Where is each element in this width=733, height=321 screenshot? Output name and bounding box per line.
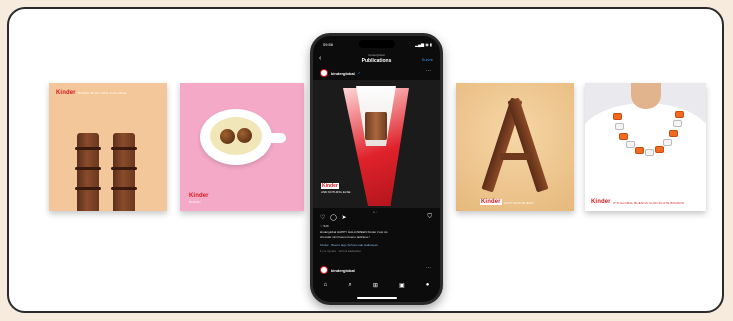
comment-icon[interactable]: ◯ (330, 215, 337, 221)
status-time: 09:56 (323, 42, 334, 47)
brand-logo: Kinder (56, 90, 76, 96)
post-brand-logo: Kinder (321, 183, 339, 189)
chocolate-crossbar (500, 153, 532, 160)
search-icon[interactable]: ⌕ (348, 282, 351, 292)
post-tile-a-shape[interactable]: Kinder ANYTHING BUENO (456, 83, 574, 211)
verified-icon: ✔ (358, 71, 361, 75)
avatar[interactable] (320, 266, 328, 274)
post-caption: kinderglobal HAPPY HALLOWEEN Kinder c'es… (320, 230, 388, 234)
home-indicator (357, 297, 397, 299)
bookmark-icon[interactable]: ⛉ (427, 214, 432, 221)
post-tagline: AND NOTHING ELSE (321, 190, 351, 194)
bottom-nav: ⌂ ⌕ ⊞ ▣ ● (313, 282, 440, 292)
tile-caption: IT'S GLOBAL BUENOS CHOCOLATE BRANDS (613, 201, 685, 205)
brand-logo: Kinder (480, 199, 502, 205)
status-icons: ▂▄▆ ◉ ▮ (415, 42, 432, 47)
share-icon[interactable]: ➤ (341, 215, 346, 221)
chocolate-bar (111, 133, 137, 211)
tile-caption: BUENO BLUE NOW AVAILABLE (78, 91, 127, 95)
brand-logo: Kinder (591, 199, 611, 205)
post-username[interactable]: kinderglobal (331, 71, 355, 76)
carousel-dots: ● ○ (373, 210, 378, 214)
brand-logo: Kinder (189, 193, 209, 199)
post-tile-necklace[interactable]: Kinder IT'S GLOBAL BUENOS CHOCOLATE BRAN… (585, 83, 706, 211)
neck-image (631, 83, 661, 109)
more-options-icon[interactable]: ··· (426, 265, 431, 271)
chocolate-piece (365, 112, 387, 140)
heart-icon[interactable]: ♡ (320, 215, 325, 221)
tile-caption: BUENO (189, 200, 201, 204)
post-timestamp: il y a 4 jours · Voir la traduction (320, 249, 362, 253)
post-tile-pink[interactable]: Kinder BUENO (180, 83, 304, 211)
phone-mockup: 09:56 ▂▄▆ ◉ ▮ ‹ kinderglobal Publication… (310, 33, 443, 305)
post-actions: ♡ ◯ ➤ (320, 214, 349, 221)
likes-count[interactable]: ♡ 520 (320, 224, 432, 228)
shirt-image (585, 103, 706, 211)
avatar[interactable] (320, 69, 328, 77)
more-options-icon[interactable]: ··· (426, 68, 431, 74)
plate-image (200, 109, 286, 165)
post-image[interactable]: Kinder AND NOTHING ELSE (313, 80, 440, 208)
home-icon[interactable]: ⌂ (324, 282, 328, 292)
chocolate-bar (75, 133, 101, 211)
profile-icon[interactable]: ● (426, 282, 430, 292)
post-caption-cont: chocolat mini bueno bueno delicieux ! (320, 235, 371, 239)
post-tile-bars[interactable]: Kinder BUENO BLUE NOW AVAILABLE (49, 83, 167, 211)
add-post-icon[interactable]: ⊞ (373, 282, 378, 292)
reels-icon[interactable]: ▣ (399, 282, 405, 292)
next-post-username[interactable]: kinderglobal (331, 268, 355, 273)
chocolate-bar (507, 97, 549, 193)
tile-caption: ANYTHING BUENO (504, 201, 534, 205)
follow-button[interactable]: Suivre (422, 57, 433, 62)
post-hashtags[interactable]: Kinder · Bueno tagu Schoco tale Hallowee… (320, 243, 432, 247)
showcase-card: Kinder BUENO BLUE NOW AVAILABLE Kinder B… (7, 7, 724, 313)
phone-notch (359, 40, 395, 48)
